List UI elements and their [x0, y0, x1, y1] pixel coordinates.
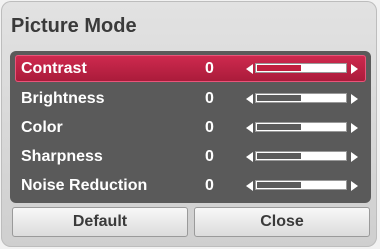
slider-track[interactable] — [255, 63, 347, 73]
arrow-right-icon[interactable] — [351, 64, 358, 74]
slider-fill — [257, 65, 301, 71]
default-button[interactable]: Default — [12, 207, 188, 237]
slider-fill — [257, 124, 301, 130]
picture-mode-dialog: Picture Mode Contrast 0 Brightness 0 Col… — [1, 1, 377, 247]
setting-value: 0 — [205, 177, 214, 194]
setting-value: 0 — [205, 119, 214, 136]
setting-row-noise-reduction[interactable]: Noise Reduction 0 — [15, 172, 366, 199]
slider-fill — [257, 95, 301, 101]
arrow-right-icon[interactable] — [351, 94, 358, 104]
setting-row-sharpness[interactable]: Sharpness 0 — [15, 143, 366, 170]
setting-value: 0 — [205, 148, 214, 165]
arrow-right-icon[interactable] — [351, 123, 358, 133]
slider-track[interactable] — [255, 151, 347, 161]
setting-row-contrast[interactable]: Contrast 0 — [15, 55, 366, 82]
arrow-left-icon[interactable] — [246, 64, 253, 74]
setting-label: Contrast — [21, 60, 87, 77]
setting-row-color[interactable]: Color 0 — [15, 114, 366, 141]
setting-value: 0 — [205, 90, 214, 107]
arrow-left-icon[interactable] — [246, 94, 253, 104]
arrow-right-icon[interactable] — [351, 152, 358, 162]
slider-fill — [257, 153, 301, 159]
setting-row-brightness[interactable]: Brightness 0 — [15, 85, 366, 112]
arrow-left-icon[interactable] — [246, 123, 253, 133]
dialog-title: Picture Mode — [11, 15, 137, 37]
close-button[interactable]: Close — [194, 207, 370, 237]
setting-value: 0 — [205, 60, 214, 77]
setting-label: Brightness — [21, 90, 105, 107]
slider-track[interactable] — [255, 122, 347, 132]
arrow-left-icon[interactable] — [246, 181, 253, 191]
arrow-left-icon[interactable] — [246, 152, 253, 162]
slider-track[interactable] — [255, 180, 347, 190]
setting-label: Sharpness — [21, 148, 103, 165]
settings-panel: Contrast 0 Brightness 0 Color 0 Sharpnes… — [10, 51, 371, 203]
slider-track[interactable] — [255, 93, 347, 103]
setting-label: Color — [21, 119, 63, 136]
setting-label: Noise Reduction — [21, 177, 148, 194]
slider-fill — [257, 182, 301, 188]
arrow-right-icon[interactable] — [351, 181, 358, 191]
